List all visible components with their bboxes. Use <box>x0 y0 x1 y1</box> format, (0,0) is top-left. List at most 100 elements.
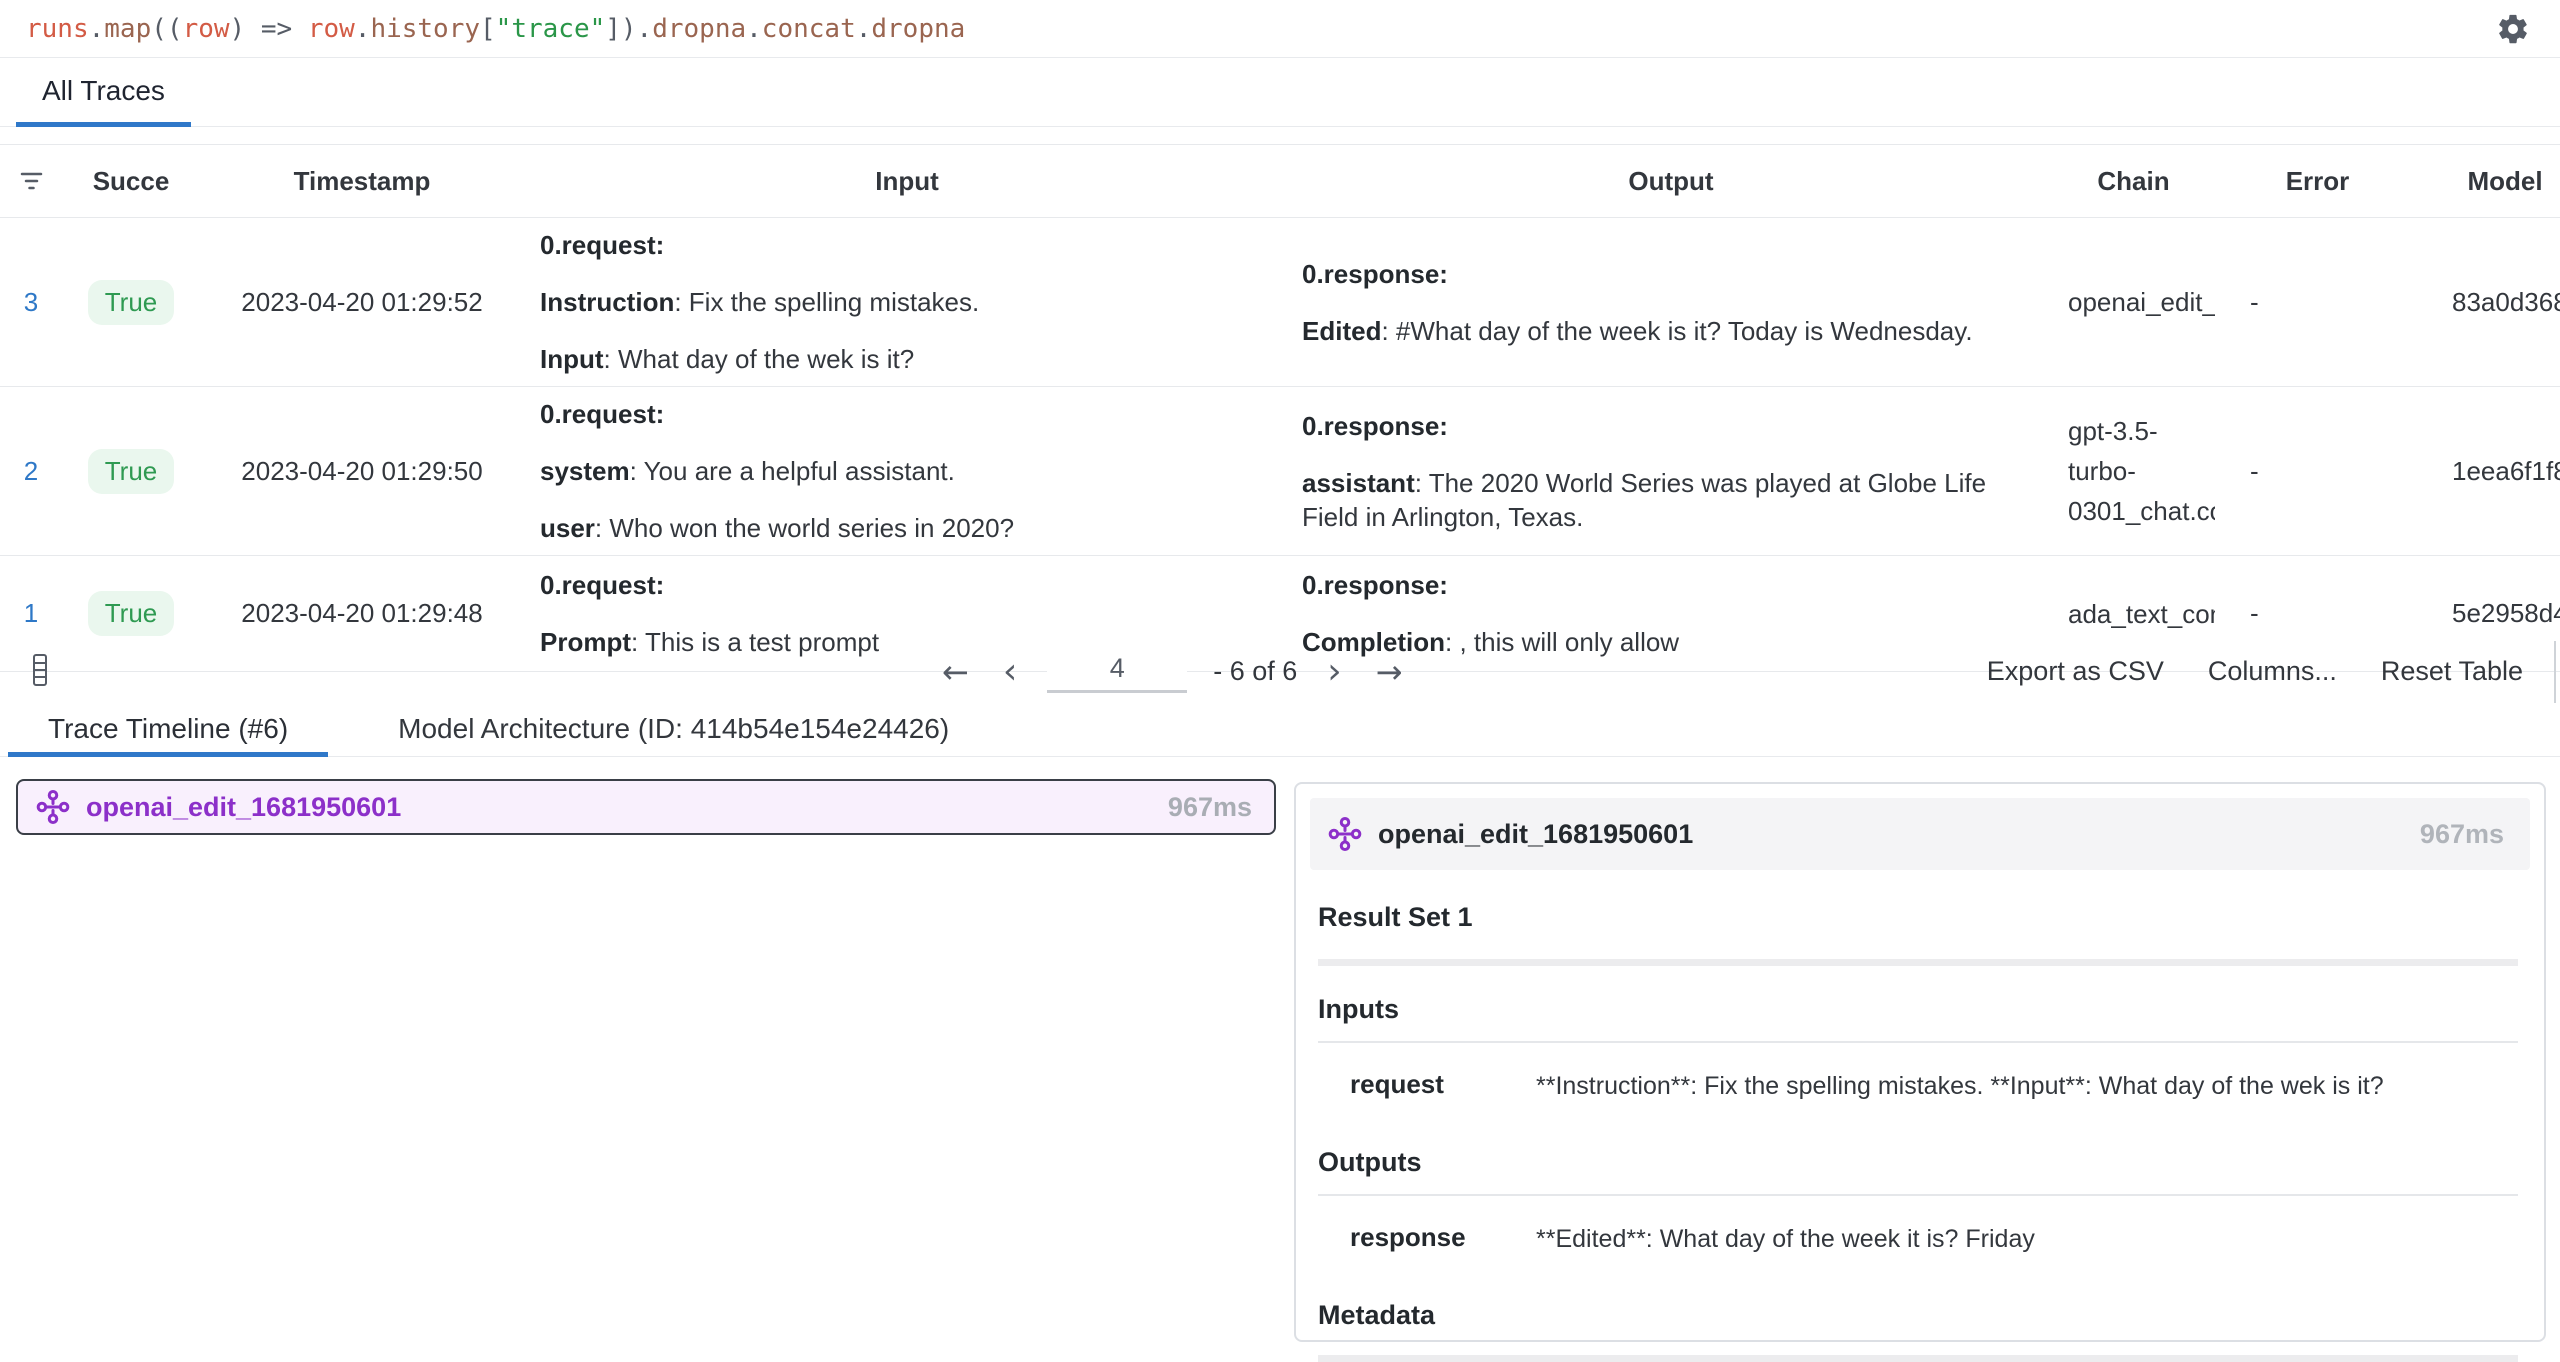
input-text: : Fix the spelling mistakes. <box>674 287 979 317</box>
first-page-button[interactable]: ← <box>938 653 973 691</box>
detail-row-response: response **Edited**: What day of the wee… <box>1318 1196 2518 1300</box>
detail-key: request <box>1318 1069 1536 1103</box>
output-key: 0.response: <box>1302 411 1448 441</box>
error-value: - <box>2250 456 2259 486</box>
detail-value: **Edited**: What day of the week it is? … <box>1536 1222 2518 1256</box>
input-key: 0.request: <box>540 399 664 429</box>
detail-body: Result Set 1 Inputs request **Instructio… <box>1310 902 2530 1362</box>
model-cell: 1eea6f1f8 <box>2420 456 2560 487</box>
row-index-link[interactable]: 3 <box>24 287 38 318</box>
output-key: Edited <box>1302 316 1381 346</box>
model-value: 83a0d368 <box>2452 287 2560 317</box>
page-number-input[interactable] <box>1047 651 1187 693</box>
chain-cell: ada_text_con <box>2052 594 2215 634</box>
column-header-input[interactable]: Input <box>524 166 1290 197</box>
code-token: ) => <box>230 14 308 44</box>
error-cell: - <box>2215 287 2420 318</box>
table-row[interactable]: 3 True 2023-04-20 01:29:52 0.request: In… <box>0 218 2560 387</box>
scrollbar[interactable] <box>2554 641 2556 703</box>
chain-line: ada_text_con <box>2068 594 2215 634</box>
pagination: ← ‹ - 6 of 6 › → <box>938 638 1406 705</box>
column-header-chain[interactable]: Chain <box>2052 166 2215 197</box>
query-bar: runs.map((row) => row.history["trace"]).… <box>0 0 2560 58</box>
filter-icon <box>18 170 45 192</box>
column-header-output[interactable]: Output <box>1290 166 2052 197</box>
chain-cell: gpt-3.5- turbo- 0301_chat.co <box>2052 411 2215 531</box>
error-cell: - <box>2215 456 2420 487</box>
code-token: . <box>856 14 872 44</box>
timestamp-cell: 2023-04-20 01:29:52 <box>241 287 482 318</box>
previous-page-button[interactable]: ‹ <box>999 657 1021 687</box>
last-page-button[interactable]: → <box>1372 653 1407 691</box>
code-token: concat <box>762 14 856 44</box>
column-header-timestamp[interactable]: Timestamp <box>200 166 524 197</box>
output-key: 0.response: <box>1302 259 1448 289</box>
tab-all-traces[interactable]: All Traces <box>16 59 191 127</box>
span-duration: 967ms <box>1168 792 1252 823</box>
detail-value: **Instruction**: Fix the spelling mistak… <box>1536 1069 2518 1103</box>
error-cell: - <box>2215 598 2420 629</box>
columns-button[interactable]: Columns... <box>2208 656 2337 687</box>
code-token: ]). <box>605 14 652 44</box>
detail-span-duration: 967ms <box>2420 819 2504 850</box>
timestamp-cell: 2023-04-20 01:29:50 <box>241 456 482 487</box>
chain-node-icon <box>36 789 70 825</box>
input-cell: 0.request: system: You are a helpful ass… <box>524 387 1290 555</box>
query-expression[interactable]: runs.map((row) => row.history["trace"]).… <box>26 14 965 44</box>
success-badge: True <box>88 280 175 325</box>
settings-button[interactable] <box>2494 10 2532 48</box>
code-token: . <box>746 14 762 44</box>
reset-table-button[interactable]: Reset Table <box>2381 656 2523 687</box>
row-index-link[interactable]: 2 <box>24 456 38 487</box>
outputs-heading: Outputs <box>1318 1147 2518 1178</box>
chain-cell: openai_edit_ <box>2052 282 2215 322</box>
row-density-button[interactable] <box>30 652 50 688</box>
traces-table: Succe Timestamp Input Output Chain Error… <box>0 144 2560 672</box>
code-token: . <box>355 14 371 44</box>
column-header-error[interactable]: Error <box>2215 166 2420 197</box>
code-token: dropna <box>871 14 965 44</box>
detail-key: response <box>1318 1222 1536 1256</box>
filter-header[interactable] <box>0 170 62 192</box>
divider <box>1318 1355 2518 1362</box>
input-text: : What day of the wek is it? <box>604 344 915 374</box>
chain-node-icon <box>1328 816 1362 852</box>
code-token: (( <box>151 14 182 44</box>
timeline-span-bar[interactable]: openai_edit_1681950601 967ms <box>16 779 1276 835</box>
input-key: user <box>540 513 595 543</box>
span-name: openai_edit_1681950601 <box>86 792 401 823</box>
code-token: row <box>308 14 355 44</box>
detail-tab-bar: Trace Timeline (#6) Model Architecture (… <box>0 705 2560 757</box>
column-header-model[interactable]: Model <box>2420 166 2560 197</box>
row-index-link[interactable]: 1 <box>24 598 38 629</box>
export-csv-button[interactable]: Export as CSV <box>1987 656 2164 687</box>
traces-tab-bar: All Traces <box>0 59 2560 127</box>
code-token: runs <box>26 14 89 44</box>
chain-line: turbo- <box>2068 451 2215 491</box>
chain-line: openai_edit_ <box>2068 282 2215 322</box>
page-range-label: - 6 of 6 <box>1213 656 1297 687</box>
success-badge: True <box>88 591 175 636</box>
code-token: [ <box>480 14 496 44</box>
output-key: assistant <box>1302 468 1415 498</box>
output-key: 0.response: <box>1302 570 1448 600</box>
trace-debug-page: { "query_bar": { "tokens": [ {"text": "r… <box>0 0 2560 1292</box>
column-header-success[interactable]: Succe <box>62 166 200 197</box>
model-cell: 83a0d368 <box>2420 287 2560 318</box>
tab-model-architecture[interactable]: Model Architecture (ID: 414b54e154e24426… <box>358 705 989 757</box>
input-key: 0.request: <box>540 570 664 600</box>
model-value: 5e2958d4 <box>2452 598 2560 628</box>
trace-timeline-panel: openai_edit_1681950601 967ms <box>16 779 1276 1284</box>
error-value: - <box>2250 287 2259 317</box>
model-cell: 5e2958d4 <box>2420 598 2560 629</box>
input-key: 0.request: <box>540 230 664 260</box>
trace-detail-panel: openai_edit_1681950601 967ms Result Set … <box>1294 782 2546 1342</box>
code-token: row <box>183 14 230 44</box>
input-key: Input <box>540 344 604 374</box>
tab-trace-timeline[interactable]: Trace Timeline (#6) <box>8 705 328 757</box>
code-token: . <box>89 14 105 44</box>
next-page-button[interactable]: › <box>1323 657 1345 687</box>
code-token: dropna <box>652 14 746 44</box>
success-badge: True <box>88 449 175 494</box>
table-row[interactable]: 2 True 2023-04-20 01:29:50 0.request: sy… <box>0 387 2560 556</box>
